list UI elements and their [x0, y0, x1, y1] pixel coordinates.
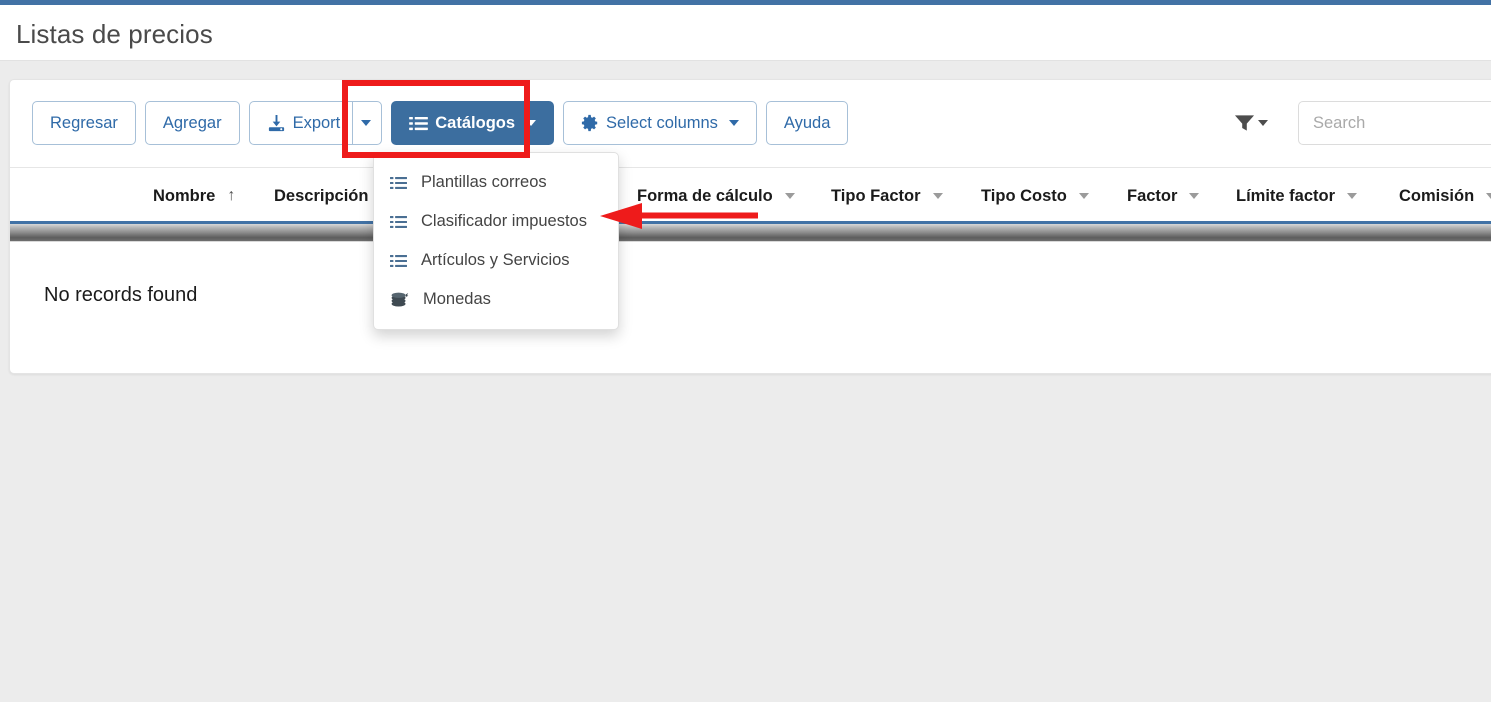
chevron-down-icon [1078, 193, 1089, 199]
column-header-label: Nombre [153, 186, 216, 205]
list-icon [390, 254, 407, 268]
menu-item-articulos-y-servicios[interactable]: Artículos y Servicios [374, 241, 618, 280]
title-band: Listas de precios [0, 5, 1491, 61]
column-header-label: Tipo Factor [831, 186, 921, 205]
column-header-tipo-factor[interactable]: Tipo Factor [831, 168, 943, 224]
toolbar: Regresar Agregar Export Catálogos Select… [10, 80, 1491, 168]
filter-icon [1234, 114, 1255, 132]
column-header-tipo-costo[interactable]: Tipo Costo [981, 168, 1089, 224]
list-icon [409, 116, 429, 131]
table-header-row: Nombre ↑ Descripción Forma de cálculo Ti… [10, 168, 1491, 224]
export-split-button: Export [248, 101, 383, 145]
catalogos-dropdown-menu: Plantillas correos Clasificador impuesto… [373, 152, 619, 330]
chevron-down-icon [1347, 193, 1358, 199]
agregar-button-label: Agregar [162, 113, 222, 132]
chevron-down-icon [784, 193, 795, 199]
column-header-factor[interactable]: Factor [1127, 168, 1200, 224]
filter-button[interactable] [1224, 101, 1278, 145]
column-header-label: Descripción [274, 186, 369, 205]
select-columns-button[interactable]: Select columns [563, 101, 757, 145]
column-header-limite-factor[interactable]: Límite factor [1236, 168, 1358, 224]
page-title: Listas de precios [16, 19, 213, 49]
download-icon [267, 114, 286, 133]
export-button-label: Export [292, 113, 341, 132]
horizontal-scrollbar[interactable] [10, 224, 1491, 242]
menu-item-label: Monedas [423, 290, 491, 308]
empty-state-message: No records found [10, 242, 1491, 348]
column-header-forma-de-calculo[interactable]: Forma de cálculo [637, 168, 795, 224]
chevron-down-icon [728, 120, 739, 126]
column-header-label: Tipo Costo [981, 186, 1067, 205]
catalogos-button-label: Catálogos [435, 113, 516, 132]
search-input[interactable] [1298, 101, 1491, 145]
menu-item-plantillas-correos[interactable]: Plantillas correos [374, 163, 618, 202]
gear-icon [581, 114, 599, 132]
toolbar-right-tools [1224, 101, 1491, 145]
column-header-descripcion[interactable]: Descripción [274, 168, 368, 224]
column-header-label: Límite factor [1236, 186, 1336, 205]
column-header-label: Factor [1127, 186, 1178, 205]
select-columns-button-label: Select columns [606, 113, 718, 132]
content-card: Regresar Agregar Export Catálogos Select… [9, 79, 1491, 374]
toolbar-button-group: Regresar Agregar Export Catálogos Select… [32, 101, 849, 145]
agregar-button[interactable]: Agregar [144, 101, 240, 145]
ayuda-button[interactable]: Ayuda [765, 101, 849, 145]
ayuda-button-label: Ayuda [783, 113, 831, 132]
screen-root: Listas de precios Regresar Agregar Expor… [0, 0, 1491, 702]
chevron-down-icon [361, 120, 372, 126]
column-header-label: Comisión [1399, 186, 1475, 205]
menu-item-monedas[interactable]: Monedas [374, 280, 618, 319]
table: Nombre ↑ Descripción Forma de cálculo Ti… [10, 168, 1491, 348]
export-dropdown-toggle[interactable] [352, 101, 383, 145]
chevron-down-icon [526, 120, 537, 126]
menu-item-label: Plantillas correos [421, 173, 547, 191]
chevron-down-icon [1189, 193, 1200, 199]
menu-item-label: Clasificador impuestos [421, 212, 587, 230]
sort-ascending-icon: ↑ [227, 187, 236, 204]
chevron-down-icon [1486, 193, 1491, 199]
regresar-button-label: Regresar [50, 113, 118, 132]
chevron-down-icon [932, 193, 943, 199]
chevron-down-icon [1258, 120, 1268, 126]
column-header-nombre[interactable]: Nombre ↑ [153, 168, 235, 224]
menu-item-clasificador-impuestos[interactable]: Clasificador impuestos [374, 202, 618, 241]
column-header-comision[interactable]: Comisión [1399, 168, 1491, 224]
regresar-button[interactable]: Regresar [32, 101, 136, 145]
coins-icon [390, 292, 409, 308]
menu-item-label: Artículos y Servicios [421, 251, 570, 269]
list-icon [390, 176, 407, 190]
list-icon [390, 215, 407, 229]
column-header-label: Forma de cálculo [637, 186, 773, 205]
export-button[interactable]: Export [248, 101, 353, 145]
catalogos-button[interactable]: Catálogos [391, 101, 555, 145]
